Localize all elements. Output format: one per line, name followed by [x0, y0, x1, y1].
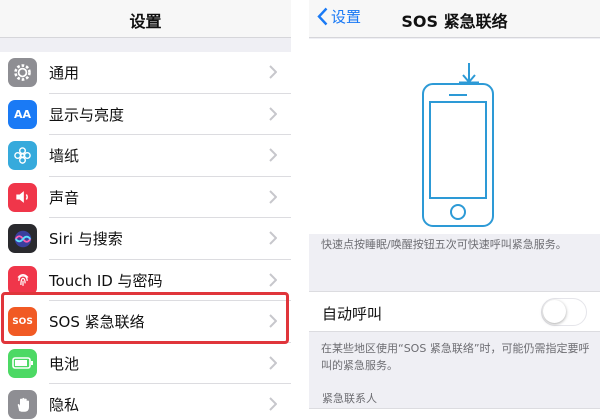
fingerprint-icon	[8, 265, 37, 295]
sos-description: 快速点按睡眠/唤醒按钮五次可快速呼叫紧急服务。	[321, 238, 567, 251]
settings-item-siri[interactable]: Siri 与搜索	[0, 218, 291, 260]
chevron-right-icon	[269, 189, 277, 204]
settings-item-battery[interactable]: 电池	[0, 342, 291, 384]
hand-icon	[8, 390, 37, 420]
settings-item-label: 墙纸	[49, 147, 80, 166]
settings-screen: 设置 通用 AA 显示与亮度 墙纸 声音 Siri 与搜索 Touch ID 与…	[0, 0, 291, 420]
chevron-right-icon	[269, 148, 277, 162]
settings-item-label: 声音	[49, 188, 80, 207]
settings-title: 设置	[129, 12, 162, 31]
chevron-right-icon	[269, 231, 277, 245]
settings-item-label: 电池	[49, 354, 80, 373]
chevron-right-icon	[269, 397, 277, 411]
settings-item-general[interactable]: 通用	[0, 52, 291, 94]
illustration-area	[309, 39, 600, 234]
settings-list: 通用 AA 显示与亮度 墙纸 声音 Siri 与搜索 Touch ID 与密码 …	[0, 52, 291, 420]
gear-icon	[8, 58, 37, 88]
settings-item-label: Touch ID 与密码	[49, 271, 163, 290]
sos-title: SOS 紧急联络	[401, 12, 508, 31]
auto-call-toggle[interactable]	[541, 298, 587, 326]
settings-item-privacy[interactable]: 隐私	[0, 384, 291, 420]
sos-nav-bar: 设置 SOS 紧急联络	[309, 0, 600, 38]
settings-item-label: 隐私	[49, 396, 80, 415]
settings-item-wallpaper[interactable]: 墙纸	[0, 135, 291, 177]
flower-icon	[8, 141, 37, 171]
settings-nav-bar: 设置	[0, 0, 291, 38]
chevron-right-icon	[269, 106, 277, 121]
chevron-right-icon	[269, 355, 277, 370]
chevron-right-icon	[269, 65, 277, 79]
chevron-right-icon	[269, 272, 277, 287]
text-size-icon: AA	[8, 99, 37, 129]
settings-item-label: Siri 与搜索	[49, 230, 123, 249]
auto-call-label: 自动呼叫	[322, 305, 383, 323]
settings-item-display[interactable]: AA 显示与亮度	[0, 93, 291, 135]
settings-item-label: 显示与亮度	[49, 105, 125, 124]
auto-call-note: 在某些地区使用“SOS 紧急联络”时，可能仍需指定要呼叫的紧急服务。	[321, 342, 590, 372]
settings-item-sounds[interactable]: 声音	[0, 176, 291, 218]
auto-call-row: 自动呼叫	[309, 291, 600, 332]
speaker-icon	[8, 182, 37, 212]
battery-icon	[8, 348, 37, 378]
toggle-knob	[543, 300, 566, 323]
siri-icon	[8, 224, 37, 254]
emergency-contacts-row[interactable]	[309, 408, 600, 420]
highlight-box	[1, 292, 289, 344]
emergency-sos-screen: 设置 SOS 紧急联络 快速点按睡眠/唤醒按钮五次可快速呼叫紧急服务。 自动呼叫…	[309, 0, 600, 420]
phone-side-button-illustration	[422, 63, 494, 227]
settings-item-label: 通用	[49, 64, 80, 83]
emergency-contacts-header: 紧急联系人	[322, 392, 377, 405]
